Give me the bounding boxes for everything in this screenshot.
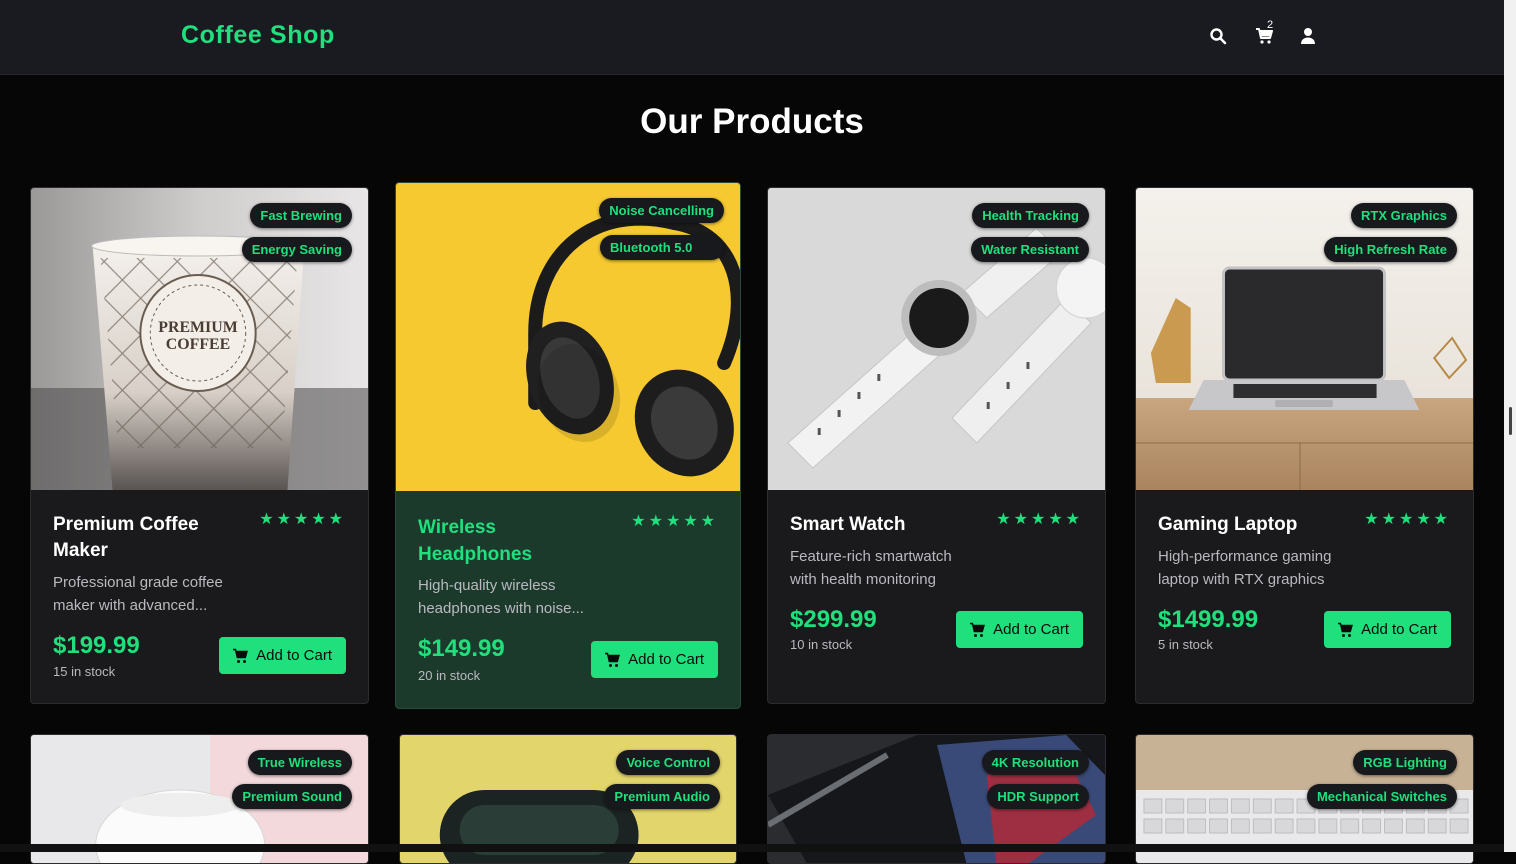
product-name[interactable]: Wireless Headphones: [418, 514, 532, 568]
feature-badge: Water Resistant: [971, 237, 1089, 262]
description-line: headphones with noise...: [418, 600, 584, 617]
headphones-photo[interactable]: [396, 183, 740, 491]
stock-count: 5 in stock: [1158, 637, 1213, 652]
feature-badge: RTX Graphics: [1351, 203, 1457, 228]
coffee-cup-photo[interactable]: PREMIUM COFFEE: [31, 188, 368, 490]
feature-badge: 4K Resolution: [981, 750, 1089, 775]
product-name-line: Headphones: [418, 544, 533, 565]
stock-count: 15 in stock: [53, 664, 116, 679]
button-label: Add to Cart: [628, 651, 704, 668]
feature-badge: HDR Support: [987, 784, 1089, 809]
brand-logo[interactable]: Coffee Shop: [181, 21, 335, 50]
product-name[interactable]: Gaming Laptop: [1158, 512, 1297, 538]
feature-badge: Bluetooth 5.0: [600, 235, 724, 260]
product-description: High-performance gaming laptop with RTX …: [1158, 545, 1331, 591]
page-title: Our Products: [640, 102, 864, 141]
navbar: Coffee Shop 2: [0, 0, 1504, 75]
feature-badge: Mechanical Switches: [1306, 784, 1457, 809]
product-card-highlighted: Noise Cancelling Bluetooth 5.0 Wireless …: [395, 182, 741, 709]
product-name-line: Maker: [53, 540, 108, 561]
feature-badge: Energy Saving: [241, 237, 352, 262]
rating-stars: ★★★★★: [996, 511, 1083, 528]
feature-badge: Health Tracking: [972, 203, 1089, 228]
feature-badge: Voice Control: [616, 750, 720, 775]
description-line: High-performance gaming: [1158, 548, 1332, 565]
description-line: laptop with RTX graphics: [1158, 571, 1325, 588]
product-name-line: Premium Coffee: [53, 514, 199, 535]
cart-count-badge: 2: [1267, 19, 1274, 31]
product-card: RTX Graphics High Refresh Rate Gaming La…: [1135, 187, 1474, 704]
add-to-cart-button[interactable]: Add to Cart: [956, 611, 1083, 648]
product-price: $299.99: [790, 606, 877, 633]
description-line: High-quality wireless: [418, 577, 556, 594]
cart-icon[interactable]: 2: [1255, 19, 1273, 45]
add-to-cart-button[interactable]: Add to Cart: [219, 637, 346, 674]
feature-badge: RGB Lighting: [1353, 750, 1457, 775]
svg-text:COFFEE: COFFEE: [166, 336, 230, 353]
cart-icon: [970, 622, 986, 637]
feature-badge: Fast Brewing: [250, 203, 352, 228]
product-price: $149.99: [418, 635, 505, 662]
description-line: Professional grade coffee: [53, 574, 223, 591]
feature-badge: Noise Cancelling: [599, 198, 724, 223]
product-name[interactable]: Smart Watch: [790, 512, 905, 538]
user-icon[interactable]: [1299, 27, 1317, 45]
feature-badge: Premium Audio: [604, 784, 720, 809]
feature-badge: High Refresh Rate: [1324, 237, 1457, 262]
product-name-line: Wireless: [418, 517, 496, 538]
search-icon[interactable]: [1209, 27, 1227, 45]
button-label: Add to Cart: [256, 647, 332, 664]
product-description: Professional grade coffee maker with adv…: [53, 571, 223, 617]
rating-stars: ★★★★★: [259, 511, 346, 528]
horizontal-scrollbar[interactable]: [0, 844, 1504, 852]
laptop-photo[interactable]: [1136, 188, 1473, 490]
smartwatch-photo[interactable]: [768, 188, 1105, 490]
product-price: $1499.99: [1158, 606, 1259, 633]
svg-text:PREMIUM: PREMIUM: [158, 319, 237, 336]
scrollbar-thumb[interactable]: [1509, 407, 1512, 435]
product-card: PREMIUM COFFEE Fast Brewing Energy Savin…: [30, 187, 369, 704]
cart-icon: [233, 648, 249, 663]
description-line: Feature-rich smartwatch: [790, 548, 952, 565]
product-description: Feature-rich smartwatch with health moni…: [790, 545, 952, 591]
product-name[interactable]: Premium Coffee Maker: [53, 512, 199, 564]
feature-badge: True Wireless: [247, 750, 352, 775]
add-to-cart-button[interactable]: Add to Cart: [591, 641, 718, 678]
rating-stars: ★★★★★: [1364, 511, 1451, 528]
cart-icon: [605, 652, 621, 667]
description-line: with health monitoring: [790, 571, 936, 588]
product-description: High-quality wireless headphones with no…: [418, 574, 584, 620]
button-label: Add to Cart: [993, 621, 1069, 638]
rating-stars: ★★★★★: [631, 513, 718, 530]
add-to-cart-button[interactable]: Add to Cart: [1324, 611, 1451, 648]
product-card: Health Tracking Water Resistant Smart Wa…: [767, 187, 1106, 704]
button-label: Add to Cart: [1361, 621, 1437, 638]
stock-count: 20 in stock: [418, 668, 481, 683]
cart-icon: [1338, 622, 1354, 637]
description-line: maker with advanced...: [53, 597, 208, 614]
product-price: $199.99: [53, 632, 140, 659]
feature-badge: Premium Sound: [232, 784, 352, 809]
stock-count: 10 in stock: [790, 637, 853, 652]
